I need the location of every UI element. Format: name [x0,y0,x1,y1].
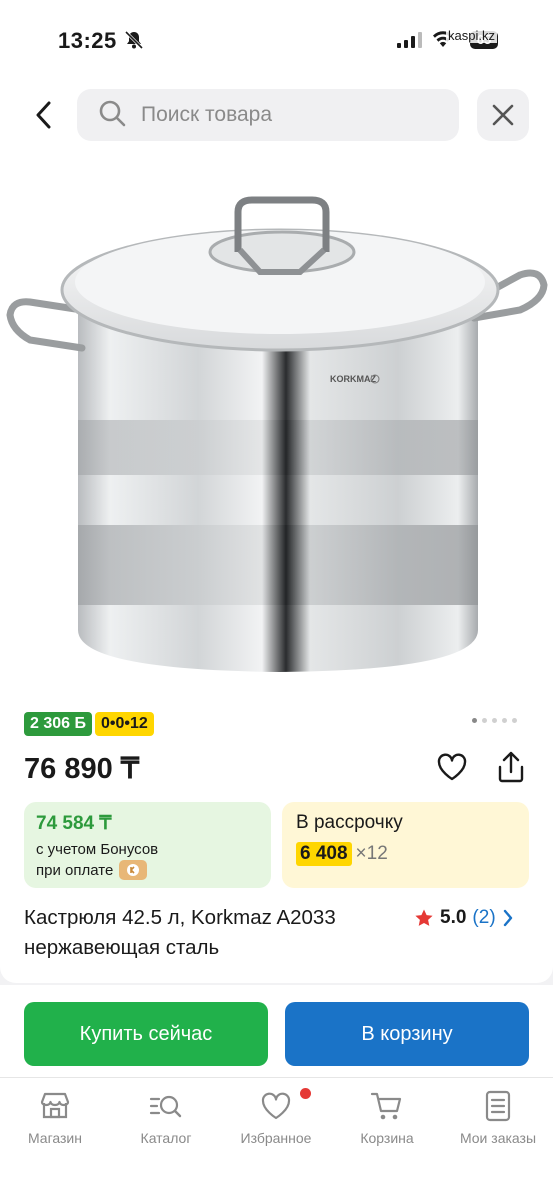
product-image[interactable]: KORKMAZ [0,170,553,690]
tab-catalog-label: Каталог [140,1130,192,1146]
status-bar: 13:25 65 kaspi.kz [0,0,553,80]
cart-icon [370,1092,402,1120]
catalog-search-icon [149,1095,182,1118]
favorite-button[interactable] [436,752,468,787]
notification-dot [300,1088,311,1099]
tab-favorites[interactable]: Избранное [221,1088,331,1146]
kaspi-logo-icon [119,860,148,880]
close-button[interactable] [477,89,529,141]
bottom-tabbar: Магазин Каталог Избранное Корзина Мои за… [0,1077,553,1200]
promo-badges: 2 306 Б 0•0•12 [24,712,154,736]
cellular-signal-icon [397,32,422,48]
tab-shop-label: Магазин [27,1130,82,1146]
search-header [0,80,553,150]
gallery-dot[interactable] [512,718,517,723]
tab-orders[interactable]: Мои заказы [443,1090,553,1146]
tab-orders-label: Мои заказы [459,1130,537,1146]
search-icon [97,98,127,133]
installment-box[interactable]: В рассрочку 6 408 ×12 [282,802,529,888]
bonus-price: 74 584 ₸ [36,813,112,834]
gallery-dot[interactable] [482,718,487,723]
bonus-price-box[interactable]: 74 584 ₸ с учетом Бонусов при оплате [24,802,271,888]
shop-icon [40,1092,70,1119]
share-icon [498,751,524,783]
gallery-dots[interactable] [472,718,517,723]
share-button[interactable] [496,750,526,789]
tab-favorites-label: Избранное [240,1130,312,1146]
product-card: KORKMAZ 2 306 Б 0•0•12 76 890 ₸ 74 584 ₸… [0,150,553,983]
bell-muted-icon [124,30,144,55]
status-time: 13:25 [58,28,117,53]
product-title: Кастрюля 42.5 л, Korkmaz A2033 нержавеющ… [24,906,336,959]
site-watermark: kaspi.kz [446,28,497,43]
gallery-dot[interactable] [502,718,507,723]
tab-cart-label: Корзина [360,1130,414,1146]
heart-icon [261,1092,291,1120]
tab-shop[interactable]: Магазин [0,1090,110,1146]
gallery-dot[interactable] [472,718,477,723]
search-box[interactable] [77,89,459,141]
chevron-left-icon [36,101,51,129]
bonus-price-caption: с учетом Бонусов [36,841,159,858]
add-to-cart-button[interactable]: В корзину [285,1002,529,1066]
close-icon [492,104,514,126]
installment-multiplier: ×12 [355,843,388,864]
buy-now-button[interactable]: Купить сейчас [24,1002,268,1066]
orders-icon [485,1090,511,1122]
back-button[interactable] [28,97,58,133]
action-bar: Купить сейчас В корзину [0,985,553,1077]
installment-badge: 0•0•12 [94,712,154,736]
bonus-badge: 2 306 Б [24,712,92,736]
chevron-right-icon [503,909,512,927]
rating-score: 5.0 [440,907,467,928]
heart-icon [437,753,467,781]
star-icon [415,909,433,926]
tab-cart[interactable]: Корзина [332,1090,442,1146]
gallery-dot[interactable] [492,718,497,723]
installment-title: В рассрочку [296,812,403,833]
rating-link[interactable]: 5.0 (2) [414,903,514,933]
brand-mark: KORKMAZ [330,374,376,384]
tab-catalog[interactable]: Каталог [111,1090,221,1146]
search-input[interactable] [141,103,421,127]
installment-amount: 6 408 [296,842,352,866]
product-price: 76 890 ₸ [24,753,140,785]
bonus-price-caption-2: при оплате [36,861,114,879]
reviews-count[interactable]: (2) [472,907,495,929]
